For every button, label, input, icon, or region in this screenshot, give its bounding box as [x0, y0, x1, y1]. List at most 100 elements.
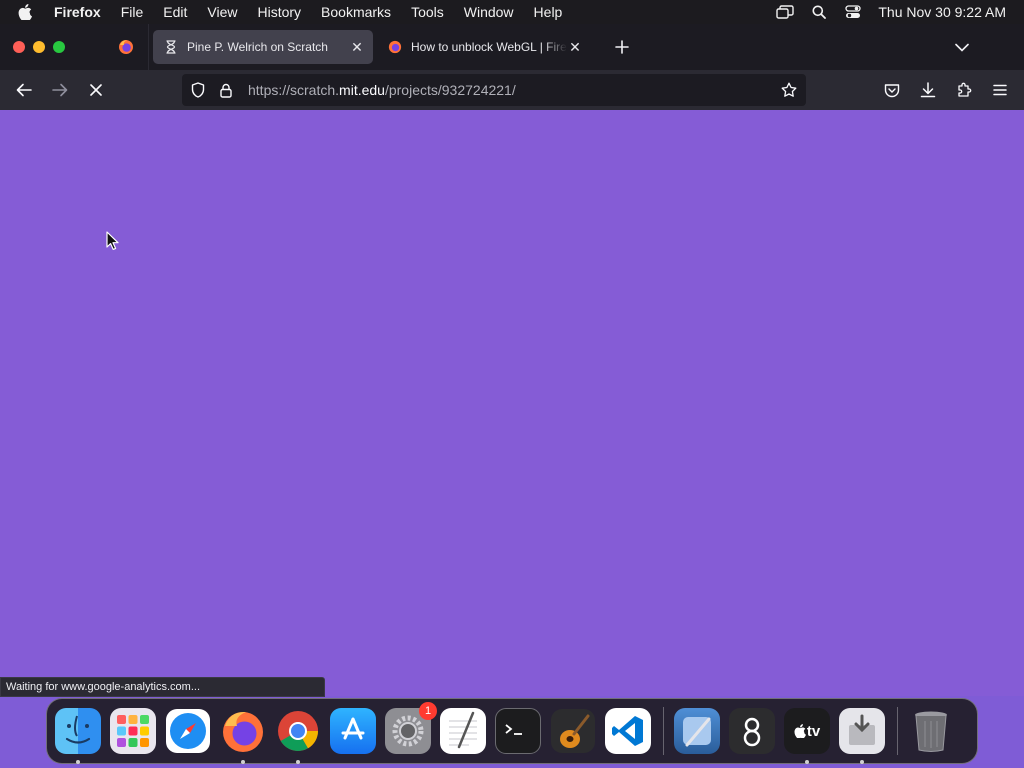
bookmark-star-icon[interactable] [772, 82, 806, 98]
tab-separator [148, 24, 149, 70]
launchpad-grid-icon [117, 715, 149, 747]
web-page-content[interactable] [0, 110, 1024, 696]
menu-view[interactable]: View [197, 4, 247, 20]
textedit-icon [449, 711, 477, 749]
mouse-pointer-icon [106, 231, 120, 256]
dock-apple-tv[interactable]: tv [784, 708, 830, 764]
pinned-tab-firefox[interactable] [104, 24, 148, 70]
window-controls [0, 41, 104, 53]
status-panel: Waiting for www.google-analytics.com... [0, 677, 325, 697]
tab-title: How to unblock WebGL | Firefox [411, 40, 567, 54]
installer-box-icon [849, 714, 875, 745]
tab-webgl-article[interactable]: How to unblock WebGL | Firefox ✕ [377, 30, 591, 64]
menu-history[interactable]: History [247, 4, 311, 20]
dock-launchpad[interactable] [110, 708, 156, 754]
menu-bookmarks[interactable]: Bookmarks [311, 4, 401, 20]
screen-mirroring-icon[interactable] [768, 5, 802, 19]
extensions-button[interactable] [946, 74, 982, 106]
menu-help[interactable]: Help [524, 4, 573, 20]
stop-loading-button[interactable] [78, 74, 114, 106]
dock-separator [897, 707, 898, 755]
dock-installer[interactable] [839, 708, 885, 764]
app-menu-button[interactable] [982, 74, 1018, 106]
close-window-button[interactable] [13, 41, 25, 53]
firefox-icon [223, 711, 263, 752]
downloads-button[interactable] [910, 74, 946, 106]
close-icon [90, 84, 102, 96]
dock-app-store[interactable] [330, 708, 376, 754]
notification-badge: 1 [419, 702, 437, 720]
perplexity-icon [743, 717, 761, 747]
dock-terminal[interactable] [495, 708, 541, 754]
guitar-icon [551, 709, 595, 753]
plus-icon [615, 40, 629, 54]
download-icon [920, 82, 936, 98]
dock-safari[interactable] [165, 708, 211, 754]
list-all-tabs-button[interactable] [950, 43, 974, 52]
puzzle-piece-icon [958, 82, 972, 97]
control-center-icon[interactable] [836, 5, 870, 19]
menu-edit[interactable]: Edit [153, 4, 197, 20]
url-domain: mit.edu [339, 82, 385, 98]
xcode-hammer-icon [683, 717, 711, 747]
running-indicator [805, 760, 809, 764]
dock-textedit[interactable] [440, 708, 486, 754]
new-tab-button[interactable] [607, 32, 637, 62]
running-indicator [76, 760, 80, 764]
minimize-window-button[interactable] [33, 41, 45, 53]
address-bar[interactable]: https://scratch.mit.edu/projects/9327242… [182, 74, 806, 106]
chevron-down-icon [955, 43, 969, 52]
tracking-protection-shield-icon[interactable] [182, 82, 214, 98]
menu-file[interactable]: File [111, 4, 154, 20]
vscode-icon [612, 716, 643, 746]
dock-visual-studio-code[interactable] [605, 708, 651, 754]
dock-trash[interactable] [908, 708, 954, 754]
running-indicator [860, 760, 864, 764]
tab-title: Pine P. Welrich on Scratch [187, 40, 328, 54]
pocket-icon [884, 83, 900, 97]
dock-firefox[interactable] [220, 708, 266, 764]
trash-icon [915, 711, 947, 752]
url-path: /projects/932724221/ [384, 82, 516, 98]
apple-menu-icon[interactable] [0, 4, 50, 20]
pocket-button[interactable] [874, 74, 910, 106]
firefox-icon [387, 39, 403, 55]
close-tab-icon[interactable]: ✕ [567, 39, 583, 55]
url-text[interactable]: https://scratch.mit.edu/projects/9327242… [248, 82, 516, 98]
back-button[interactable] [6, 74, 42, 106]
chrome-icon [278, 711, 318, 751]
hourglass-loading-icon [163, 39, 179, 55]
dock-xcode[interactable] [674, 708, 720, 754]
hamburger-menu-icon [993, 84, 1007, 96]
firefox-icon [119, 40, 133, 54]
dock-system-settings[interactable]: 1 [385, 702, 437, 754]
toolbar-right-buttons [874, 74, 1018, 106]
menu-window[interactable]: Window [454, 4, 524, 20]
close-tab-icon[interactable]: ✕ [349, 39, 365, 55]
apple-logo-icon [794, 724, 806, 738]
zoom-window-button[interactable] [53, 41, 65, 53]
url-prefix: https://scratch. [248, 82, 340, 98]
menu-tools[interactable]: Tools [401, 4, 454, 20]
dock-garageband[interactable] [550, 708, 596, 754]
menu-bar: Firefox File Edit View History Bookmarks… [0, 0, 1024, 24]
forward-button[interactable] [42, 74, 78, 106]
menu-app-name[interactable]: Firefox [50, 4, 111, 20]
arrow-left-icon [16, 83, 32, 97]
terminal-prompt-icon [505, 724, 522, 735]
dock-chrome[interactable] [275, 708, 321, 764]
app-store-icon [341, 717, 365, 740]
spotlight-search-icon[interactable] [802, 5, 836, 19]
gear-icon [392, 715, 424, 747]
dock-finder[interactable] [55, 708, 101, 764]
running-indicator [241, 760, 245, 764]
tab-strip: Pine P. Welrich on Scratch ✕ How to unbl… [0, 24, 1024, 70]
dock-perplexity[interactable] [729, 708, 775, 754]
navigation-toolbar: https://scratch.mit.edu/projects/9327242… [0, 70, 1024, 110]
menu-bar-clock[interactable]: Thu Nov 30 9:22 AM [870, 4, 1006, 20]
tab-scratch-project[interactable]: Pine P. Welrich on Scratch ✕ [153, 30, 373, 64]
finder-icon [65, 715, 91, 744]
apple-tv-label: tv [806, 722, 821, 740]
lock-icon[interactable] [214, 83, 238, 98]
dock: 1 tv [46, 698, 978, 764]
